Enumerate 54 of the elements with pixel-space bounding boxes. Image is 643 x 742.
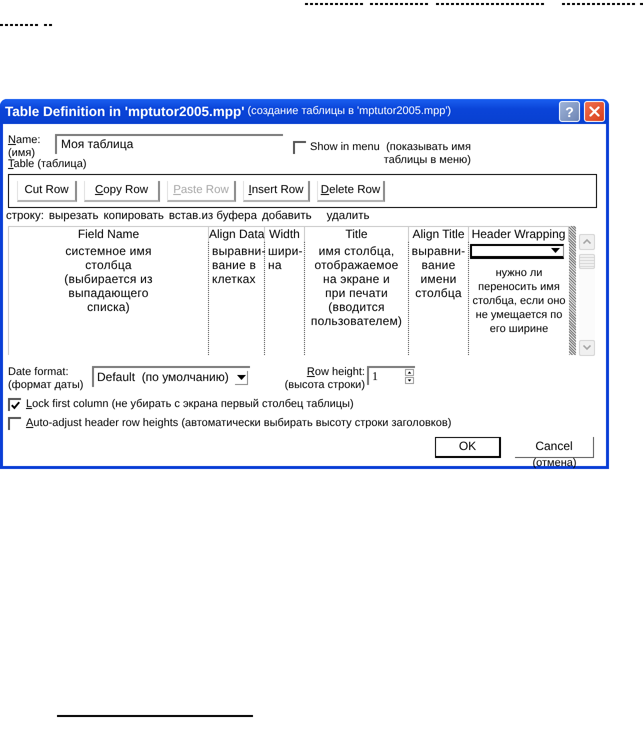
toolbar-button[interactable]: Insert Row — [243, 180, 310, 202]
table-label: Table (таблица) — [8, 158, 88, 171]
caret-icon — [236, 374, 246, 380]
scrollbar[interactable] — [579, 234, 595, 356]
check-icon — [11, 400, 20, 410]
field-label: Date format: — [8, 366, 70, 379]
button-caption: вырезать — [48, 208, 99, 223]
close-icon — [589, 106, 600, 117]
checkbox-label: Show in menu — [310, 141, 380, 154]
field-label: Name: — [8, 134, 42, 147]
button-caption: добавить — [262, 208, 312, 223]
chevron-down-icon — [583, 345, 591, 350]
table-cell: системное имя столбца (выбирается из выпадающего списка) — [9, 242, 209, 355]
button-note: (отмена) — [532, 458, 577, 469]
table-cell: выравни- вание имени столбца — [409, 242, 469, 355]
scroll-up-button[interactable] — [579, 234, 595, 250]
table-cell-text: нужно ли переносить имя столбца, если оно не умещается по его ширине — [471, 266, 567, 336]
button-caption: удалить — [326, 208, 370, 223]
down-arrow-icon — [405, 376, 414, 384]
table-cell: имя столбца, отображаемое на экране и при печати (вводится пользователем) — [305, 242, 409, 355]
button-caption: встав.из буфера — [168, 208, 257, 223]
table-cell: выравни- вание в клетках — [209, 242, 265, 355]
checkbox-label: Auto-adjust header row heights (автоматически выбирать высоту строки заголовков) — [26, 416, 452, 430]
field-label-note: (высота строки) — [284, 378, 365, 392]
caret-icon — [551, 248, 560, 254]
date-format-dropdown[interactable]: Default (по умолчанию) — [92, 366, 250, 387]
window-title: Table Definition in 'mptutor2005.mpp' — [5, 104, 244, 120]
ok-button[interactable]: OK — [435, 436, 501, 458]
toolbar-button[interactable]: Copy Row — [84, 180, 160, 202]
window-title-note: (создание таблицы в 'mptutor2005.mpp') — [247, 105, 452, 118]
column-header[interactable]: Width — [265, 226, 305, 242]
column-header[interactable]: Align Data — [209, 226, 265, 242]
up-arrow-icon — [405, 368, 414, 376]
scroll-down-button[interactable] — [579, 340, 595, 356]
row-height-field[interactable]: 1 — [367, 366, 415, 385]
name-field[interactable]: Моя таблица — [55, 134, 283, 154]
field-label-note: (имя) — [8, 146, 36, 160]
toolbar-button[interactable]: Cut Row — [17, 180, 77, 202]
chevron-up-icon — [583, 239, 591, 244]
toolbar-button[interactable]: Delete Row — [317, 180, 385, 202]
column-header[interactable]: Title — [305, 226, 409, 242]
checkbox-note: (показывать имя таблицы в меню) — [384, 141, 471, 166]
scrollbar-thumb[interactable] — [579, 254, 595, 269]
field-label-note: (формат даты) — [8, 378, 84, 392]
checkbox-label: Lock first column (не убирать с экрана первый столбец таблицы) — [26, 398, 354, 411]
dropdown-field[interactable] — [470, 244, 564, 259]
field-label: Row height: — [306, 366, 365, 379]
button-caption: копировать — [104, 208, 164, 223]
button-caption: строку: — [6, 208, 44, 223]
table-cell: шири- на — [265, 242, 305, 355]
column-header[interactable]: Align Title — [409, 226, 469, 242]
column-header[interactable]: Field Name — [9, 226, 209, 242]
cancel-button[interactable]: Cancel — [515, 436, 594, 458]
close-button[interactable] — [584, 101, 605, 122]
